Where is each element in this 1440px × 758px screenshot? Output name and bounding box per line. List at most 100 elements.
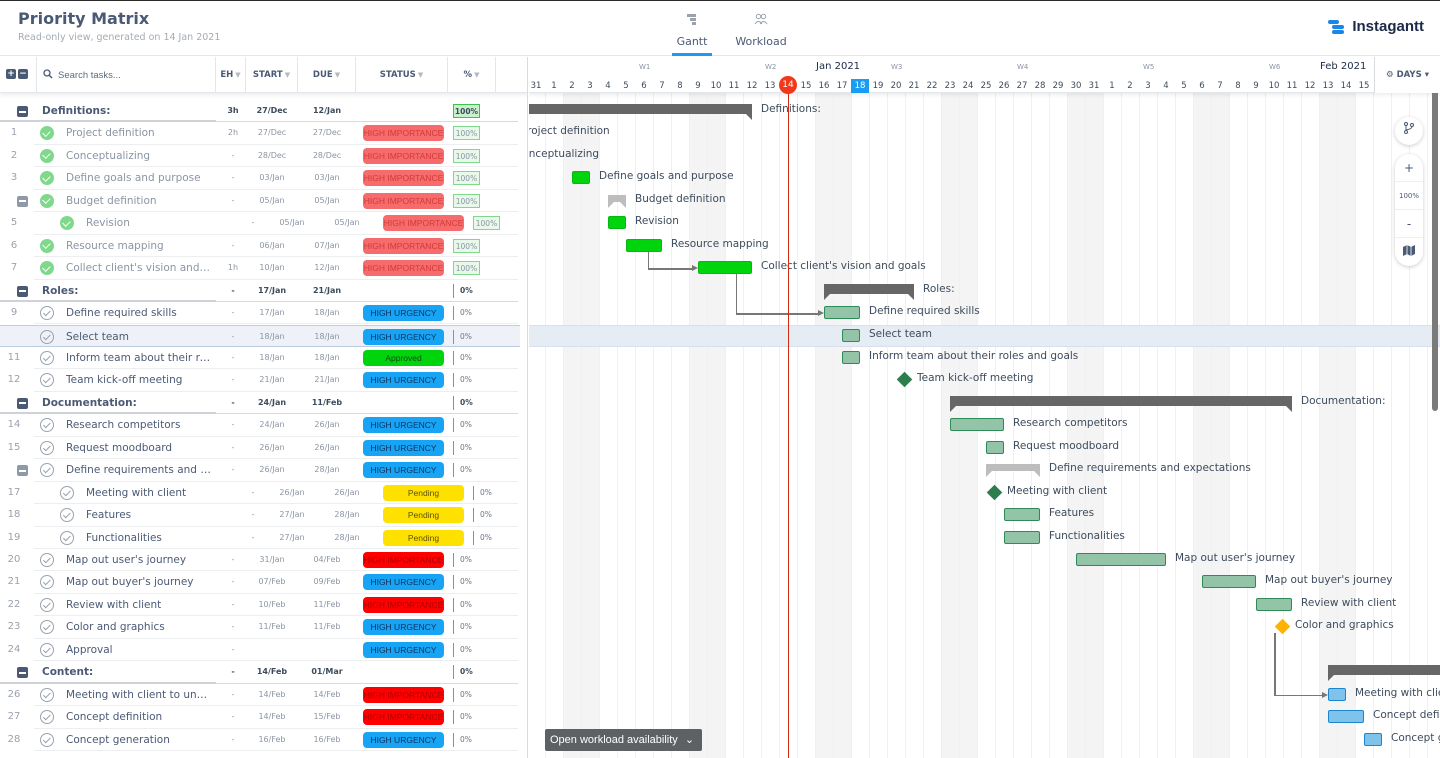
- complete-task-checkbox[interactable]: [60, 530, 74, 545]
- task-row[interactable]: 20 Map out user's journey - 31/Jan 04/Feb HIG…: [0, 549, 520, 572]
- task-row[interactable]: 12 Team kick-off meeting - 21/Jan 21/Jan HIGH…: [0, 369, 520, 392]
- complete-task-checkbox[interactable]: [60, 508, 74, 523]
- group-row[interactable]: Documentation: - 24/Jan 11/Feb 0%: [0, 392, 520, 415]
- complete-task-checkbox[interactable]: [40, 620, 54, 635]
- task-row[interactable]: 28 Concept generation - 16/Feb 16/Feb HIGH UR…: [0, 729, 520, 752]
- map-icon[interactable]: [1395, 238, 1423, 266]
- task-name[interactable]: Map out buyer's journey: [66, 576, 212, 588]
- task-name[interactable]: Resource mapping: [66, 240, 212, 252]
- collapse-group-toggle[interactable]: [17, 667, 28, 679]
- task-row[interactable]: 7 Collect client's vision and g... 1h 10/Ja…: [0, 257, 520, 280]
- completed-check-icon[interactable]: [40, 171, 54, 186]
- task-name[interactable]: Review with client: [66, 599, 212, 611]
- collapse-group-toggle[interactable]: [17, 106, 28, 117]
- task-name[interactable]: Request moodboard: [66, 442, 212, 454]
- task-row[interactable]: 19 Functionalities - 27/Jan 28/Jan Pending 0%: [0, 527, 520, 549]
- complete-task-checkbox[interactable]: [40, 329, 54, 344]
- complete-task-checkbox[interactable]: [40, 687, 54, 702]
- task-name[interactable]: Inform team about their rol...: [66, 352, 212, 364]
- task-name[interactable]: Research competitors: [66, 419, 212, 431]
- collapse-group-toggle[interactable]: [17, 397, 28, 409]
- task-name[interactable]: Define requirements and e...: [66, 464, 212, 476]
- complete-task-checkbox[interactable]: [40, 350, 54, 365]
- complete-task-checkbox[interactable]: [40, 642, 54, 657]
- column-header-status[interactable]: STATUS ▼: [356, 57, 448, 93]
- complete-task-checkbox[interactable]: [40, 732, 54, 747]
- task-name[interactable]: Concept generation: [66, 734, 212, 746]
- task-row[interactable]: 14 Research competitors - 24/Jan 26/Jan HIGH …: [0, 414, 520, 437]
- task-row[interactable]: 24 Approval - HIGH URGENCY 0%: [0, 639, 520, 662]
- tab-gantt[interactable]: Gantt: [672, 11, 712, 56]
- completed-check-icon[interactable]: [40, 148, 54, 163]
- collapse-group-toggle[interactable]: [17, 285, 28, 297]
- task-row[interactable]: Select team - 18/Jan 18/Jan HIGH URGENCY 0%: [0, 324, 520, 347]
- zoom-in-button[interactable]: +: [1395, 154, 1423, 182]
- task-row[interactable]: 23 Color and graphics - 11/Feb 11/Feb HIGH UR…: [0, 616, 520, 639]
- task-name[interactable]: Select team: [66, 331, 212, 343]
- completed-check-icon[interactable]: [40, 126, 54, 141]
- task-name[interactable]: Collect client's vision and g...: [66, 262, 212, 274]
- task-row[interactable]: Budget definition - 05/Jan 05/Jan HIGH IMPOR…: [0, 190, 520, 213]
- task-name[interactable]: Features: [86, 509, 212, 521]
- complete-task-checkbox[interactable]: [40, 440, 54, 455]
- tab-workload[interactable]: Workload: [726, 11, 796, 56]
- task-row[interactable]: Define requirements and e... - 26/Jan 28/Ja…: [0, 459, 520, 482]
- complete-task-checkbox[interactable]: [40, 575, 54, 590]
- vertical-scrollbar[interactable]: [1432, 93, 1438, 411]
- group-row[interactable]: Content: - 14/Feb 01/Mar 0%: [0, 661, 520, 684]
- complete-task-checkbox[interactable]: [40, 463, 54, 478]
- task-name[interactable]: Functionalities: [86, 532, 212, 544]
- column-header-percent[interactable]: % ▼: [448, 57, 496, 93]
- task-name[interactable]: Concept definition: [66, 711, 212, 723]
- complete-task-checkbox[interactable]: [40, 418, 54, 433]
- open-workload-button[interactable]: Open workload availability ⌄: [545, 729, 703, 751]
- complete-task-checkbox[interactable]: [40, 553, 54, 567]
- complete-task-checkbox[interactable]: [40, 306, 54, 321]
- task-name[interactable]: Meeting with client: [86, 487, 212, 499]
- complete-task-checkbox[interactable]: [40, 710, 54, 725]
- task-row[interactable]: 27 Concept definition - 14/Feb 15/Feb HIGH IM…: [0, 706, 520, 729]
- filter-icon[interactable]: ▼: [418, 71, 423, 79]
- group-row[interactable]: Roles: - 17/Jan 21/Jan 0%: [0, 280, 520, 303]
- collapse-task-toggle[interactable]: [17, 195, 28, 207]
- column-header-eh[interactable]: EH ▼: [216, 57, 246, 93]
- completed-check-icon[interactable]: [60, 216, 74, 231]
- task-name[interactable]: Budget definition: [66, 195, 212, 207]
- task-row[interactable]: 2 Conceptualizing - 28/Dec 28/Dec HIGH IMPORT…: [0, 145, 520, 168]
- task-name[interactable]: Define required skills: [66, 307, 212, 319]
- group-row[interactable]: Definitions: 3h 27/Dec 12/Jan 100%: [0, 100, 520, 123]
- task-name[interactable]: Approval: [66, 644, 212, 656]
- task-row[interactable]: 3 Define goals and purpose - 03/Jan 03/Jan HI…: [0, 167, 520, 190]
- filter-icon[interactable]: ▼: [474, 71, 479, 79]
- filter-icon[interactable]: ▼: [335, 71, 340, 79]
- filter-icon[interactable]: ▼: [235, 71, 240, 79]
- task-row[interactable]: 5 Revision - 05/Jan 05/Jan HIGH IMPORTANCE 100…: [0, 212, 520, 235]
- task-row[interactable]: 9 Define required skills - 17/Jan 18/Jan HIGH…: [0, 302, 520, 325]
- expand-all-button[interactable]: +: [6, 69, 16, 79]
- column-header-due[interactable]: DUE ▼: [298, 57, 356, 93]
- dependencies-button[interactable]: [1395, 117, 1423, 145]
- filter-icon[interactable]: ▼: [285, 71, 290, 79]
- complete-task-checkbox[interactable]: [60, 485, 74, 500]
- completed-check-icon[interactable]: [40, 193, 54, 208]
- column-header-start[interactable]: START ▼: [246, 57, 298, 93]
- zoom-out-button[interactable]: -: [1395, 210, 1423, 238]
- completed-check-icon[interactable]: [40, 238, 54, 253]
- task-row[interactable]: 21 Map out buyer's journey - 07/Feb 09/Feb HI…: [0, 571, 520, 594]
- complete-task-checkbox[interactable]: [40, 373, 54, 388]
- collapse-task-toggle[interactable]: [17, 465, 28, 477]
- task-name[interactable]: Define goals and purpose: [66, 172, 212, 184]
- task-row[interactable]: 26 Meeting with client to unde... - 14/Feb 1…: [0, 684, 520, 707]
- task-row[interactable]: 11 Inform team about their rol... - 18/Jan 1…: [0, 347, 520, 370]
- task-row[interactable]: 17 Meeting with client - 26/Jan 26/Jan Pendin…: [0, 482, 520, 505]
- complete-task-checkbox[interactable]: [40, 597, 54, 612]
- task-row[interactable]: 22 Review with client - 10/Feb 11/Feb HIGH IM…: [0, 594, 520, 617]
- completed-check-icon[interactable]: [40, 261, 54, 276]
- task-name[interactable]: Color and graphics: [66, 621, 212, 633]
- task-row[interactable]: 1 Project definition 2h 27/Dec 27/Dec HIGH IM…: [0, 122, 520, 145]
- search-input[interactable]: [58, 69, 215, 81]
- scale-selector[interactable]: ⚙ DAYS ▾: [1374, 57, 1440, 93]
- task-name[interactable]: Project definition: [66, 127, 212, 139]
- task-name[interactable]: Revision: [86, 217, 212, 229]
- task-name[interactable]: Meeting with client to unde...: [66, 689, 212, 701]
